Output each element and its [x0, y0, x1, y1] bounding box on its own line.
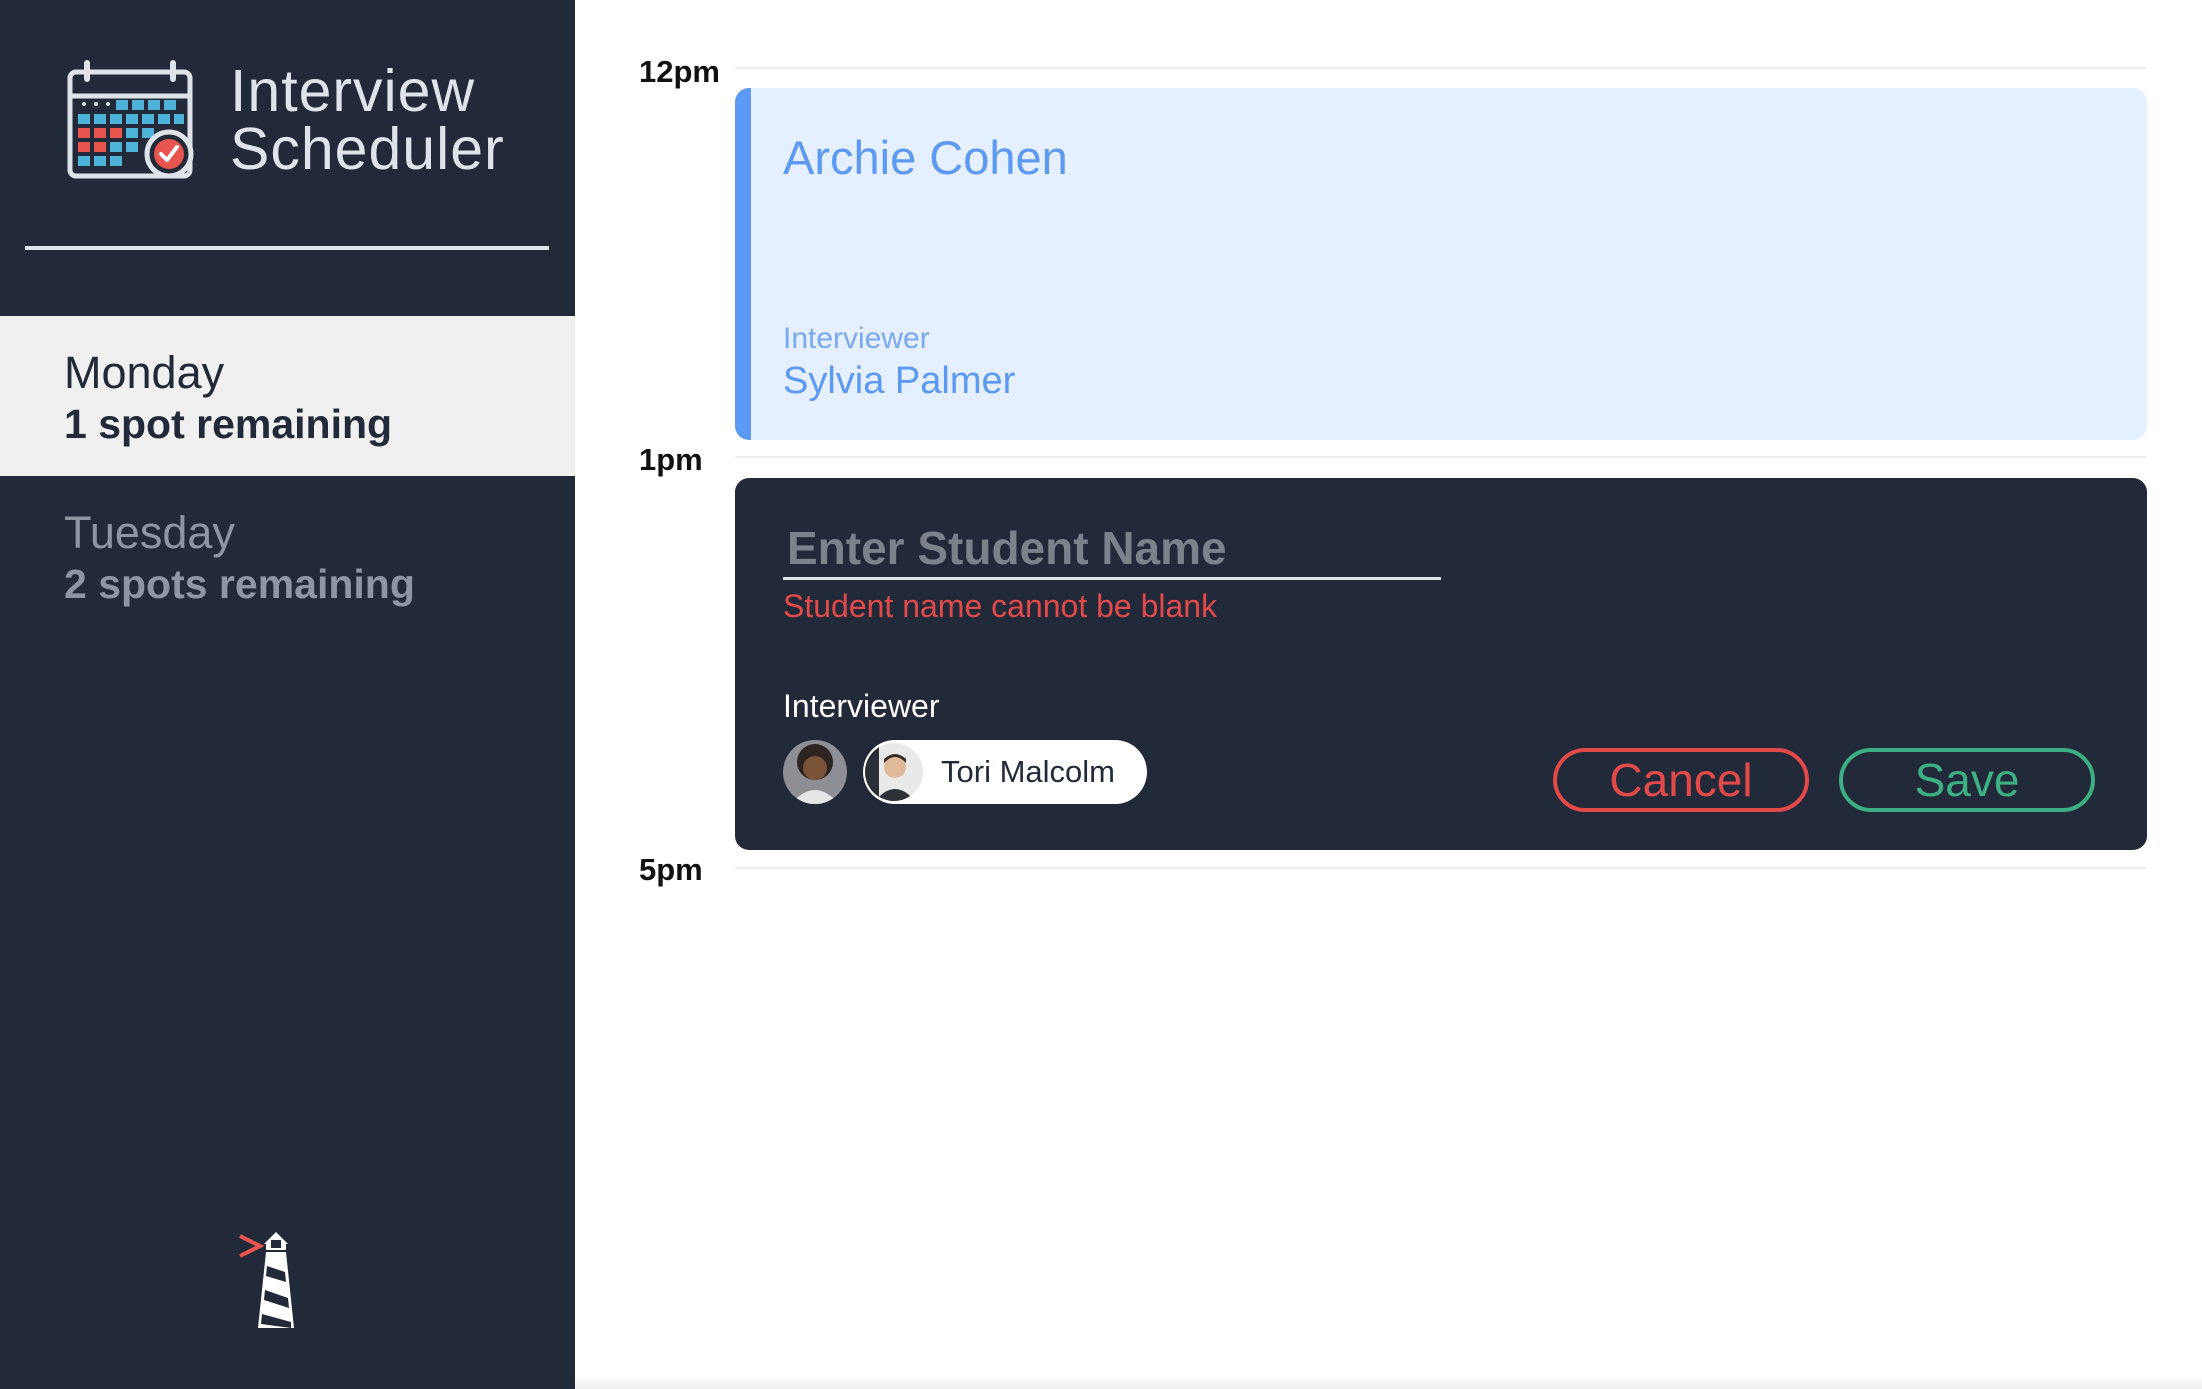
hour-separator	[735, 456, 2147, 458]
brand: Interview Scheduler	[66, 58, 505, 182]
interviewer-avatar-icon	[865, 743, 923, 801]
day-spots-remaining: 1 spot remaining	[64, 401, 393, 447]
appointment-student-name: Archie Cohen	[783, 131, 1068, 184]
schedule: 12pm Archie Cohen Interviewer Sylvia Pal…	[575, 0, 2202, 1389]
interviewer-name: Tori Malcolm	[941, 754, 1115, 789]
appointment-interviewer-label: Interviewer	[783, 322, 930, 355]
validation-error: Student name cannot be blank	[783, 588, 1218, 624]
time-label-5pm: 5pm	[639, 852, 703, 887]
time-label-1pm: 1pm	[639, 442, 703, 477]
app-title: Interview Scheduler	[230, 58, 505, 182]
day-item-tuesday[interactable]: Tuesday 2 spots remaining	[0, 476, 575, 636]
interviewer-avatar-option[interactable]	[783, 740, 847, 804]
day-list: Monday 1 spot remaining Tuesday 2 spots …	[0, 316, 575, 636]
day-spots-remaining: 2 spots remaining	[64, 561, 415, 607]
time-label-12pm: 12pm	[639, 54, 720, 89]
interviewer-heading: Interviewer	[783, 688, 940, 724]
app-title-line1: Interview	[230, 58, 476, 124]
save-button[interactable]: Save	[1839, 748, 2095, 812]
hour-separator	[735, 867, 2147, 869]
interviewer-avatar	[865, 743, 923, 801]
sidebar: Interview Scheduler Monday 1 spot remain…	[0, 0, 575, 1389]
interviewer-list: Tori Malcolm	[783, 740, 1147, 804]
hour-separator	[735, 67, 2147, 69]
appointment-interviewer-name: Sylvia Palmer	[783, 360, 1016, 402]
interviewer-avatar-icon	[783, 740, 847, 804]
day-name: Monday	[64, 347, 225, 398]
student-name-input[interactable]	[783, 518, 1441, 580]
booked-appointment[interactable]: Archie Cohen Interviewer Sylvia Palmer	[735, 88, 2147, 440]
day-item-monday[interactable]: Monday 1 spot remaining	[0, 316, 575, 476]
page-bottom-edge	[575, 1375, 2202, 1389]
lighthouse-icon	[239, 1232, 294, 1328]
appointment-form: Student name cannot be blank Interviewer	[735, 478, 2147, 850]
day-name: Tuesday	[64, 507, 235, 558]
calendar-check-icon	[67, 60, 194, 179]
app-title-line2: Scheduler	[230, 116, 505, 182]
cancel-button[interactable]: Cancel	[1553, 748, 1809, 812]
sidebar-divider	[25, 246, 549, 250]
interviewer-option-selected[interactable]: Tori Malcolm	[863, 740, 1147, 804]
